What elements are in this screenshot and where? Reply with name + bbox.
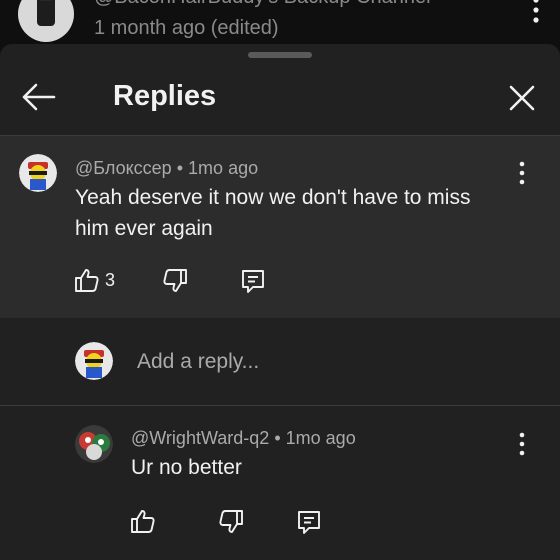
page-title: Replies (113, 80, 217, 112)
comment-author[interactable]: @Блокссер (75, 158, 172, 178)
comment-text: Yeah deserve it now we don't have to mis… (75, 186, 471, 240)
comment-time: 1 month ago (edited) (94, 17, 279, 39)
like-icon[interactable] (130, 508, 156, 534)
like-icon[interactable] (74, 267, 100, 293)
avatar[interactable] (19, 154, 57, 192)
reply-icon[interactable] (296, 509, 322, 535)
avatar[interactable] (18, 0, 74, 42)
more-options-icon[interactable] (530, 0, 542, 26)
reply-input[interactable]: Add a reply... (137, 350, 259, 374)
arrow-left-icon[interactable] (20, 82, 56, 112)
comment-text: Ur no better (131, 456, 242, 479)
like-count: 3 (105, 270, 116, 290)
background-comment: @BaconHairBuddy's Backup Channel 1 month… (0, 0, 560, 44)
replies-sheet: Replies @Блокссер • 1mo ago Yeah deserve… (0, 44, 560, 560)
dislike-icon[interactable] (162, 268, 188, 294)
comment-time: 1mo ago (188, 158, 259, 178)
sheet-header: Replies (0, 44, 560, 136)
comment-time: 1mo ago (285, 428, 356, 448)
more-options-icon[interactable] (516, 431, 528, 457)
add-reply-row: Add a reply... (0, 318, 560, 406)
comment-author[interactable]: @BaconHairBuddy's Backup Channel (94, 0, 431, 9)
meta-separator: • (274, 428, 281, 448)
dislike-icon[interactable] (218, 509, 244, 535)
avatar (75, 342, 113, 380)
close-icon[interactable] (506, 82, 538, 114)
reply-icon[interactable] (240, 268, 266, 294)
reply-comment: @WrightWard-q2 • 1mo ago Ur no better (0, 407, 560, 560)
comment-author[interactable]: @WrightWard-q2 (131, 428, 269, 448)
more-options-icon[interactable] (516, 160, 528, 186)
avatar[interactable] (75, 425, 113, 463)
parent-comment: @Блокссер • 1mo ago Yeah deserve it now … (0, 136, 560, 318)
meta-separator: • (176, 158, 184, 178)
